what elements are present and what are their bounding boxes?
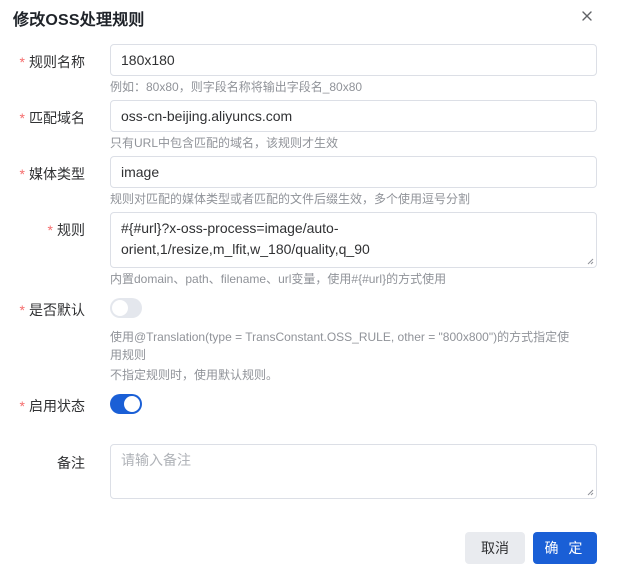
is-default-hint-line-1: 使用@Translation(type = TransConstant.OSS_… bbox=[110, 330, 570, 344]
required-asterisk: * bbox=[19, 302, 25, 318]
media-type-label: * 媒体类型 bbox=[19, 166, 85, 182]
status-label: * 启用状态 bbox=[19, 398, 85, 414]
rule-name-label: * 规则名称 bbox=[19, 54, 85, 70]
rule-name-hint: 例如：80x80，则字段名称将输出字段名_80x80 bbox=[110, 80, 363, 94]
confirm-button[interactable]: 确 定 bbox=[533, 532, 597, 564]
dialog-header: 修改OSS处理规则 bbox=[0, 0, 623, 36]
required-asterisk: * bbox=[47, 222, 53, 238]
media-type-hint: 规则对匹配的媒体类型或者匹配的文件后缀生效，多个使用逗号分割 bbox=[110, 192, 471, 206]
rule-text-line-2: orient,1/resize,m_lfit,w_180/quality,q_9… bbox=[121, 241, 370, 257]
status-switch[interactable] bbox=[110, 394, 142, 414]
is-default-label: * 是否默认 bbox=[19, 302, 85, 318]
required-asterisk: * bbox=[19, 398, 25, 414]
remark-label: 备注 bbox=[57, 455, 85, 471]
rule-text-line-1: #{#url}?x-oss-process=image/auto- bbox=[121, 220, 339, 236]
cancel-button[interactable]: 取消 bbox=[465, 532, 525, 564]
domain-input[interactable] bbox=[110, 100, 597, 132]
required-asterisk: * bbox=[19, 110, 25, 126]
is-default-switch[interactable] bbox=[110, 298, 142, 318]
is-default-hint-line-3: 不指定规则时，使用默认规则。 bbox=[110, 368, 279, 382]
switch-knob bbox=[124, 396, 140, 412]
resize-handle-icon[interactable] bbox=[586, 257, 594, 265]
switch-knob bbox=[112, 300, 128, 316]
rule-hint: 内置domain、path、filename、url变量，使用#{#url}的方… bbox=[110, 272, 447, 286]
dialog-title: 修改OSS处理规则 bbox=[13, 12, 145, 29]
required-asterisk: * bbox=[19, 166, 25, 182]
required-asterisk: * bbox=[19, 54, 25, 70]
close-icon[interactable] bbox=[578, 7, 596, 25]
rule-label: * 规则 bbox=[47, 222, 85, 238]
is-default-hint-line-2: 用规则 bbox=[110, 348, 147, 362]
edit-oss-rule-dialog: 修改OSS处理规则 *规则名称 例如：80x80，则字段名称将输出字段名_80x… bbox=[0, 0, 623, 581]
domain-label: * 匹配域名 bbox=[19, 110, 85, 126]
rule-name-input[interactable] bbox=[110, 44, 597, 76]
resize-handle-icon[interactable] bbox=[586, 488, 594, 496]
rule-textarea[interactable]: #{#url}?x-oss-process=image/auto- orient… bbox=[110, 212, 597, 268]
domain-hint: 只有URL中包含匹配的域名，该规则才生效 bbox=[110, 136, 339, 150]
remark-placeholder: 请输入备注 bbox=[121, 452, 191, 468]
media-type-input[interactable] bbox=[110, 156, 597, 188]
remark-textarea[interactable]: 请输入备注 bbox=[110, 444, 597, 499]
